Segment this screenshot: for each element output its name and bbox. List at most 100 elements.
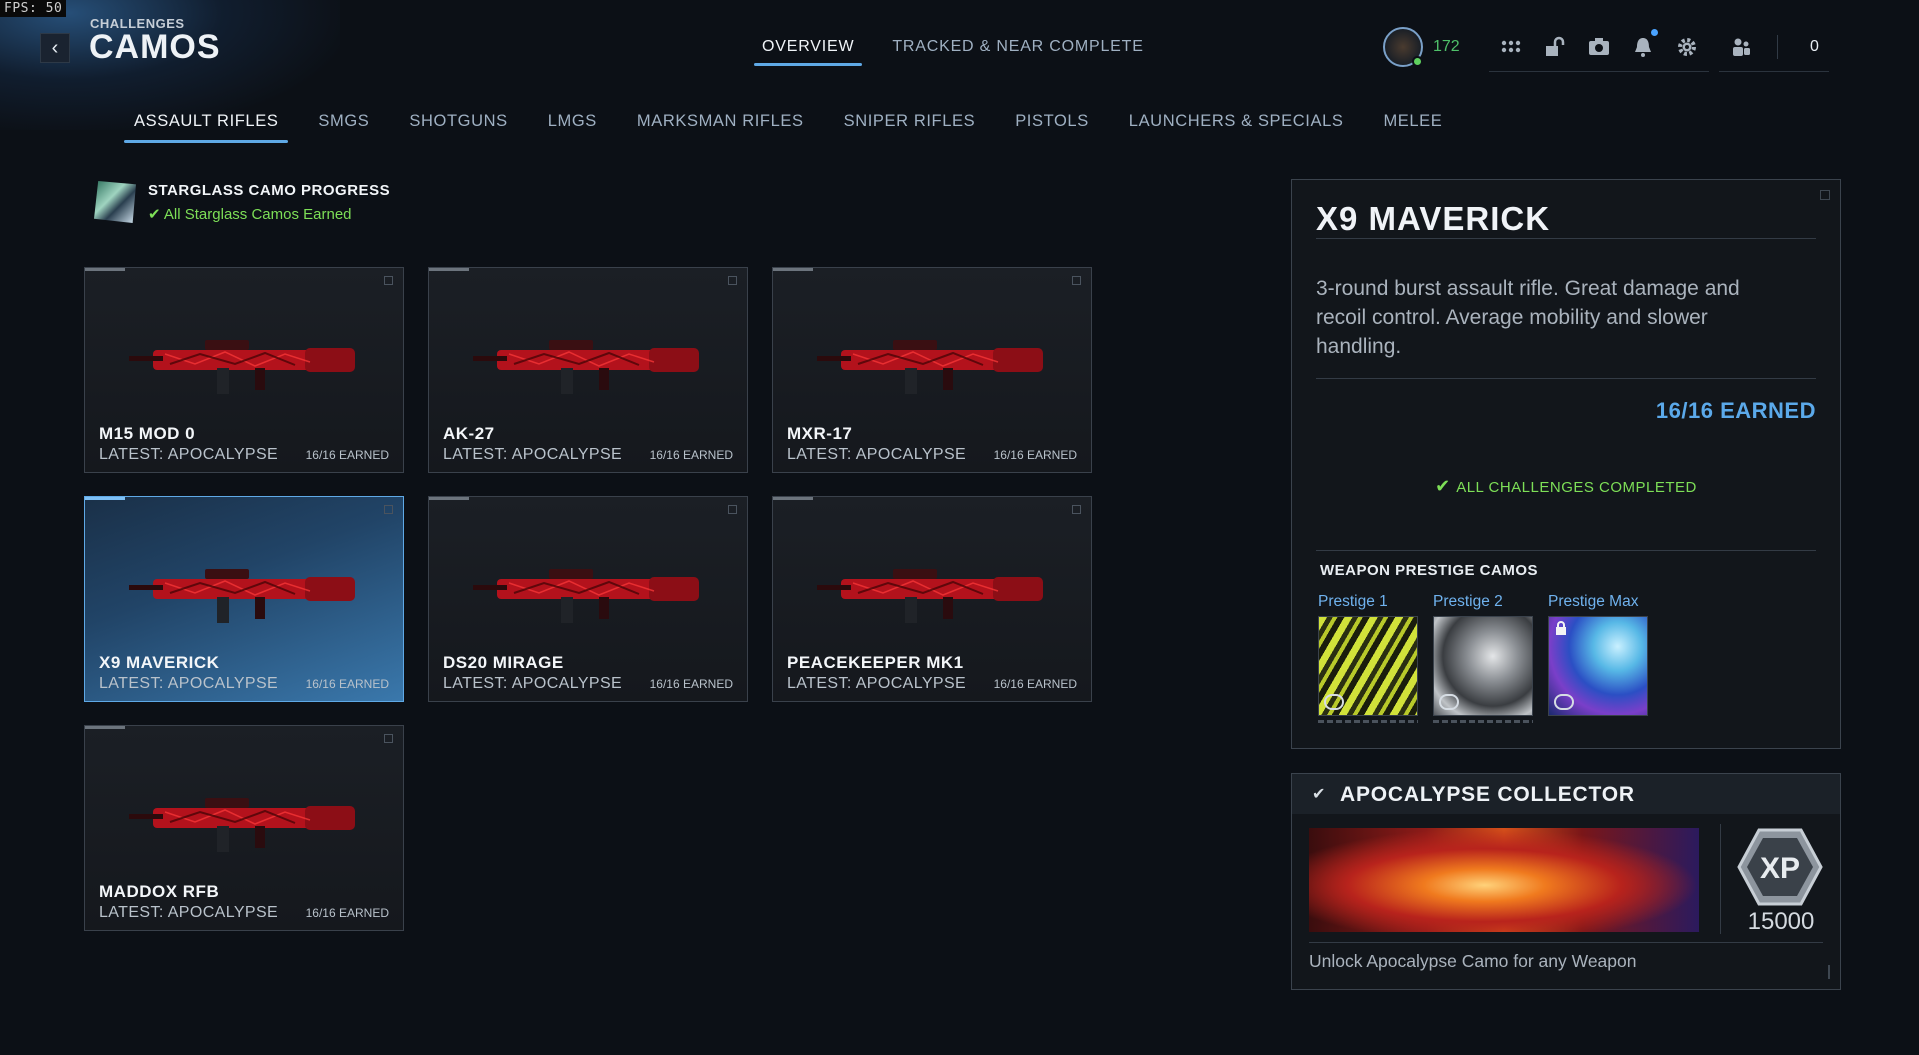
weapon-card[interactable]: AK-27 LATEST: APOCALYPSE 16/16 EARNED [428,267,748,473]
weapon-card[interactable]: DS20 MIRAGE LATEST: APOCALYPSE 16/16 EARNE… [428,496,748,702]
checkmark-icon: ✔ [148,205,164,223]
weapon-image [817,569,1043,623]
prestige-camos-heading: WEAPON PRESTIGE CAMOS [1320,562,1539,579]
page-title: CAMOS [89,28,221,66]
weapon-card[interactable]: PEACEKEEPER MK1 LATEST: APOCALYPSE 16/16 E… [772,496,1092,702]
grid-menu-icon[interactable] [1499,35,1523,59]
party-icon[interactable] [1729,35,1753,59]
weapon-image [129,798,355,852]
weapon-name: PEACEKEEPER MK1 [787,653,964,672]
quick-actions [1489,22,1709,72]
divider [1316,378,1816,379]
weapon-earned-count: 16/16 EARNED [305,906,389,920]
divider [1316,238,1816,239]
tab-assault-rifles[interactable]: ASSAULT RIFLES [123,112,289,143]
card-corner [728,276,737,285]
prestige-camo-max[interactable]: Prestige Max [1548,593,1648,723]
prestige-badge-icon [1324,694,1344,710]
weapon-earned-count: 16/16 EARNED [305,677,389,691]
card-corner [728,505,737,514]
weapon-card[interactable]: X9 MAVERICK LATEST: APOCALYPSE 16/16 EARNE… [84,496,404,702]
prestige-badge-icon [1554,694,1574,710]
starglass-status: ✔ All Starglass Camos Earned [148,205,352,223]
weapon-name: DS20 MIRAGE [443,653,564,672]
challenge-title: APOCALYPSE COLLECTOR [1340,783,1635,806]
prestige-camo-1[interactable]: Prestige 1 [1318,593,1418,723]
weapon-card[interactable]: MXR-17 LATEST: APOCALYPSE 16/16 EARNED [772,267,1092,473]
card-corner [384,734,393,743]
weapon-latest-camo: LATEST: APOCALYPSE [443,675,623,692]
divider [1777,34,1778,59]
tab-launchers-specials[interactable]: LAUNCHERS & SPECIALS [1129,112,1344,143]
unlock-icon[interactable] [1543,35,1567,59]
back-button[interactable]: ‹ [40,33,70,63]
tab-marksman-rifles[interactable]: MARKSMAN RIFLES [637,112,804,143]
weapon-earned-count: 16/16 EARNED [993,677,1077,691]
challenge-panel[interactable]: ✔ APOCALYPSE COLLECTOR XP 15000 Unlock A… [1291,773,1841,990]
weapon-card[interactable]: MADDOX RFB LATEST: APOCALYPSE 16/16 EARNED [84,725,404,931]
card-corner [1072,505,1081,514]
starglass-title: STARGLASS CAMO PROGRESS [148,181,391,199]
weapon-latest-camo: LATEST: APOCALYPSE [443,446,623,463]
prestige-label: Prestige 1 [1318,593,1388,610]
weapon-latest-camo: LATEST: APOCALYPSE [787,675,967,692]
weapon-name: MXR-17 [787,424,853,443]
weapon-image [473,340,699,394]
tab-shotguns[interactable]: SHOTGUNS [409,112,507,143]
prestige-label: Prestige Max [1548,593,1639,610]
camera-icon[interactable] [1587,35,1611,59]
tab-overview[interactable]: OVERVIEW [753,38,863,66]
weapon-grid: M15 MOD 0 LATEST: APOCALYPSE 16/16 EARNED A… [84,267,1092,931]
detail-description: 3-round burst assault rifle. Great damag… [1316,277,1740,358]
weapon-earned-count: 16/16 EARNED [649,448,733,462]
tab-melee[interactable]: MELEE [1383,112,1442,143]
gear-icon[interactable] [1675,35,1699,59]
chevron-left-icon: ‹ [51,37,59,59]
starglass-camo-icon [94,181,136,223]
xp-label: XP [1760,852,1800,885]
party-count: 0 [1810,37,1819,55]
xp-badge-icon: XP [1737,828,1823,906]
prestige-camos: Prestige 1 Prestige 2 Prestige Max [1318,593,1648,723]
weapon-latest-camo: LATEST: APOCALYPSE [99,675,279,692]
tab-pistols[interactable]: PISTOLS [1015,112,1089,143]
tab-sniper-rifles[interactable]: SNIPER RIFLES [844,112,976,143]
weapon-category-tabs: ASSAULT RIFLES SMGS SHOTGUNS LMGS MARKSM… [123,112,1442,143]
weapon-detail-panel: X9 MAVERICK 3-round burst assault rifle.… [1291,179,1841,749]
progress-bar [1433,720,1533,723]
tab-tracked-near-complete[interactable]: TRACKED & NEAR COMPLETE [892,38,1143,66]
challenges-completed-status: ✔ ALL CHALLENGES COMPLETED [1435,476,1697,496]
challenge-description: Unlock Apocalypse Camo for any Weapon [1309,951,1637,971]
checkmark-icon: ✔ [1435,476,1457,496]
bell-icon[interactable] [1631,28,1658,59]
player-level: 172 [1433,38,1460,55]
divider [1309,942,1823,943]
prestige-badge-icon [1439,694,1459,710]
tab-lmgs[interactable]: LMGS [548,112,597,143]
checkmark-icon: ✔ [1312,786,1326,803]
starglass-progress: STARGLASS CAMO PROGRESS ✔ All Starglass … [94,181,390,223]
main-tabs: OVERVIEW TRACKED & NEAR COMPLETE [753,38,1144,66]
camo-swatch [1548,616,1648,716]
party-group: 0 [1719,22,1829,72]
progress-bar [1318,720,1418,723]
challenge-reward-image [1309,828,1699,932]
weapon-image [473,569,699,623]
camo-swatch [1433,616,1533,716]
detail-weapon-name: X9 MAVERICK [1316,200,1551,237]
prestige-camo-2[interactable]: Prestige 2 [1433,593,1533,723]
weapon-earned-count: 16/16 EARNED [649,677,733,691]
avatar[interactable] [1383,27,1423,67]
tab-smgs[interactable]: SMGS [318,112,369,143]
card-corner [1072,276,1081,285]
weapon-card[interactable]: M15 MOD 0 LATEST: APOCALYPSE 16/16 EARNED [84,267,404,473]
prestige-label: Prestige 2 [1433,593,1503,610]
weapon-earned-count: 16/16 EARNED [305,448,389,462]
weapon-image [817,340,1043,394]
weapon-image [129,569,355,623]
notification-dot [1651,28,1658,36]
top-right-bar: 172 0 [1383,22,1829,72]
camo-swatch [1318,616,1418,716]
weapon-earned-count: 16/16 EARNED [993,448,1077,462]
weapon-latest-camo: LATEST: APOCALYPSE [99,904,279,921]
